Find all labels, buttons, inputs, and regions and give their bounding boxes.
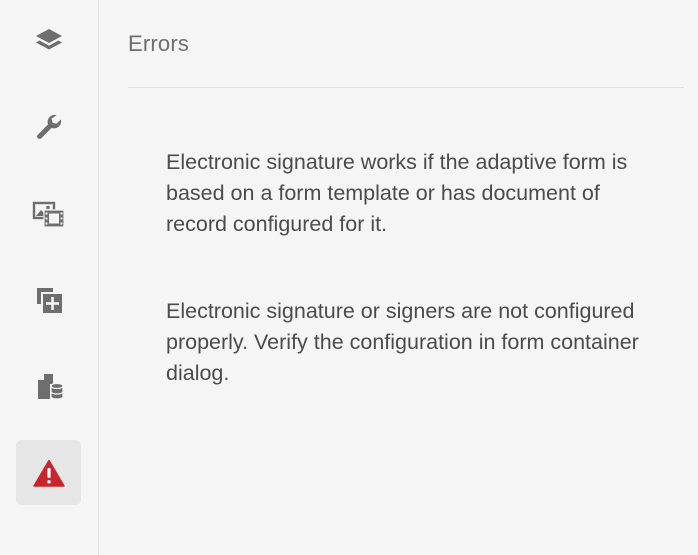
data-sources-icon <box>34 371 64 401</box>
add-component-icon <box>34 285 64 315</box>
wrench-icon <box>34 112 64 142</box>
panel-title: Errors <box>128 31 190 56</box>
sidebar-item-layers[interactable] <box>16 8 81 73</box>
error-message: Electronic signature works if the adapti… <box>166 150 628 236</box>
sidebar-item-errors[interactable] <box>16 440 81 505</box>
side-rail <box>0 0 99 555</box>
divider <box>128 87 684 88</box>
media-icon <box>32 199 66 229</box>
sidebar-item-properties[interactable] <box>16 94 81 159</box>
sidebar-item-components[interactable] <box>16 267 81 332</box>
layers-icon <box>34 26 64 56</box>
errors-panel: Errors Electronic signature works if the… <box>99 0 698 555</box>
sidebar-item-data-sources[interactable] <box>16 353 81 418</box>
error-message: Electronic signature or signers are not … <box>166 299 639 385</box>
sidebar-item-assets[interactable] <box>16 181 81 246</box>
error-warning-icon <box>32 458 66 488</box>
